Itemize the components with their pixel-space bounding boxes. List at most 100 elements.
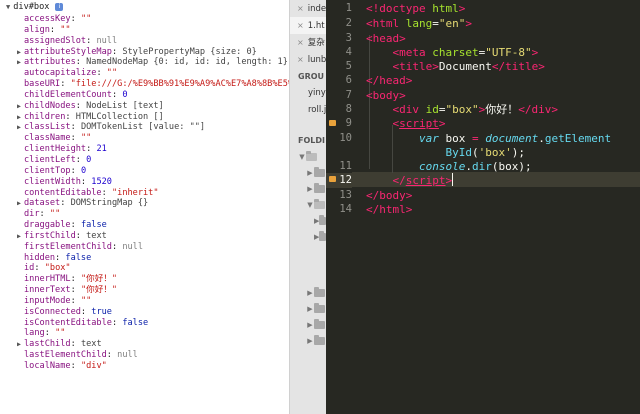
folder-tree-item[interactable]: ▶ [290, 213, 326, 229]
line-number: 1 [345, 2, 352, 14]
property-value: "inherit" [111, 187, 159, 198]
property-row[interactable]: ▶ childNodes: NodeList [text] [0, 101, 289, 112]
folder-tree-item[interactable]: ▶ [290, 165, 326, 181]
code-line-11: console.dir(box); [418, 160, 532, 173]
property-row: clientHeight: 21 [24, 144, 107, 155]
folder-open-icon [306, 151, 317, 161]
property-row: firstElementChild: null [24, 241, 144, 252]
chevron-right-icon: ▶ [307, 185, 313, 193]
property-value: true [91, 306, 112, 317]
code-editor[interactable]: 1 2 3 4 5 6 7 8 9 10 11 12 13 14 <!doctype html> <htm… [326, 0, 640, 414]
bookmark-icon[interactable] [329, 120, 336, 126]
open-file-tab-complex[interactable]: × 复杂 [290, 34, 326, 51]
property-key: lastChild [24, 339, 71, 350]
expand-arrow-icon[interactable]: ▶ [14, 198, 24, 209]
close-icon[interactable]: × [297, 55, 304, 64]
property-key: localName [24, 361, 71, 371]
expand-arrow-icon[interactable]: ▶ [14, 122, 24, 133]
property-value: "" [49, 209, 61, 220]
property-value: "你好！" [80, 274, 118, 285]
editor-sidebar: × inde × 1.ht × 复杂 × lunb GROU yiny roll.j F… [290, 0, 326, 414]
property-row: assignedSlot: null [24, 35, 118, 46]
property-key: attributeStyleMap [24, 46, 112, 57]
expand-arrow-icon[interactable]: ▶ [14, 57, 24, 68]
open-file-tab-index[interactable]: × inde [290, 0, 326, 17]
property-key: accessKey [24, 14, 71, 24]
property-key: childNodes [24, 100, 76, 111]
expand-arrow-icon[interactable]: ▶ [14, 47, 24, 58]
info-icon[interactable]: i [55, 3, 64, 11]
property-row: clientLeft: 0 [24, 154, 92, 165]
open-file-tab-lunbo[interactable]: × lunb [290, 51, 326, 68]
property-row[interactable]: ▶ lastChild: text [0, 339, 289, 350]
code-line-12: </script> [392, 173, 454, 187]
expand-arrow-icon[interactable]: ▶ [14, 231, 24, 242]
property-row[interactable]: ▶ firstChild: text [0, 231, 289, 242]
property-value: "" [80, 133, 92, 144]
chevron-right-icon: ▶ [307, 337, 313, 345]
property-value: 0 [86, 154, 92, 165]
property-value: HTMLCollection [] [75, 111, 164, 122]
property-value: 21 [96, 144, 107, 155]
folder-tree-item[interactable]: ▶ [290, 181, 326, 197]
folder-tree-item[interactable]: ▼ [290, 197, 326, 213]
property-value: 0 [122, 89, 128, 100]
property-row: innerHTML: "你好！" [24, 274, 118, 285]
property-key: lastElementChild [24, 350, 107, 361]
folder-open-icon [314, 199, 325, 209]
property-row[interactable]: ▶ attributes: NamedNodeMap {0: id, id: id… [0, 57, 289, 68]
property-value: 1520 [91, 176, 112, 187]
property-key: attributes [24, 57, 76, 68]
property-row: isContentEditable: false [24, 317, 149, 328]
property-row: dir: "" [24, 209, 61, 220]
folder-icon [314, 319, 325, 329]
property-row: draggable: false [24, 220, 107, 231]
property-row: className: "" [24, 133, 92, 144]
folder-tree-item[interactable]: ▶ [290, 317, 326, 333]
open-file-tab-1html[interactable]: × 1.ht [290, 17, 326, 34]
line-number: 5 [345, 60, 352, 72]
property-key: inputMode [24, 295, 71, 306]
bookmark-icon[interactable] [329, 176, 336, 182]
group-file-yiny[interactable]: yiny [290, 85, 326, 102]
property-row[interactable]: ▶ classList: DOMTokenList [value: ""] [0, 122, 289, 133]
folder-tree-item[interactable]: ▶ [290, 229, 326, 245]
folder-tree-item[interactable]: ▶ [290, 333, 326, 349]
devtools-console-panel: ▼ div#box i accessKey: "" align: "" assigned… [0, 0, 290, 414]
expand-arrow-icon[interactable]: ▶ [14, 101, 24, 112]
property-row[interactable]: ▶ dataset: DOMStringMap {} [0, 198, 289, 209]
property-key: firstElementChild [24, 241, 112, 252]
object-header[interactable]: ▼ div#box i [0, 0, 289, 14]
folder-icon [314, 183, 325, 193]
line-number: 10 [339, 132, 352, 144]
folder-icon [319, 215, 326, 225]
folder-tree-item[interactable]: ▶ [290, 285, 326, 301]
property-row: accessKey: "" [24, 14, 92, 24]
property-key: isConnected [24, 306, 81, 317]
collapse-triangle-icon[interactable]: ▼ [6, 3, 10, 11]
property-key: clientWidth [24, 176, 81, 187]
close-icon[interactable]: × [297, 38, 304, 47]
folder-tree-item[interactable]: ▼ [290, 149, 326, 165]
property-key: id [24, 263, 35, 274]
expand-arrow-icon[interactable]: ▶ [14, 339, 24, 350]
property-value: NamedNodeMap {0: id, id: id, length: 1} [86, 57, 288, 68]
property-key: isContentEditable [24, 317, 112, 328]
property-row: childElementCount: 0 [24, 89, 128, 100]
line-number: 2 [345, 17, 352, 29]
expand-arrow-icon[interactable]: ▶ [14, 112, 24, 123]
property-key: lang [24, 328, 45, 339]
property-row: hidden: false [24, 252, 92, 263]
folder-tree-item[interactable]: ▶ [290, 301, 326, 317]
close-icon[interactable]: × [297, 4, 304, 13]
property-row: clientWidth: 1520 [24, 176, 112, 187]
property-value: StylePropertyMap {size: 0} [122, 46, 257, 57]
code-line-3: <head> [366, 32, 406, 45]
property-key: clientLeft [24, 154, 76, 165]
property-row[interactable]: ▶ attributeStyleMap: StylePropertyMap {si… [0, 47, 289, 58]
group-file-roll[interactable]: roll.j [290, 102, 326, 119]
line-number: 6 [345, 74, 352, 86]
property-row[interactable]: ▶ children: HTMLCollection [] [0, 112, 289, 123]
close-icon[interactable]: × [297, 21, 304, 30]
property-key: className [24, 133, 71, 144]
